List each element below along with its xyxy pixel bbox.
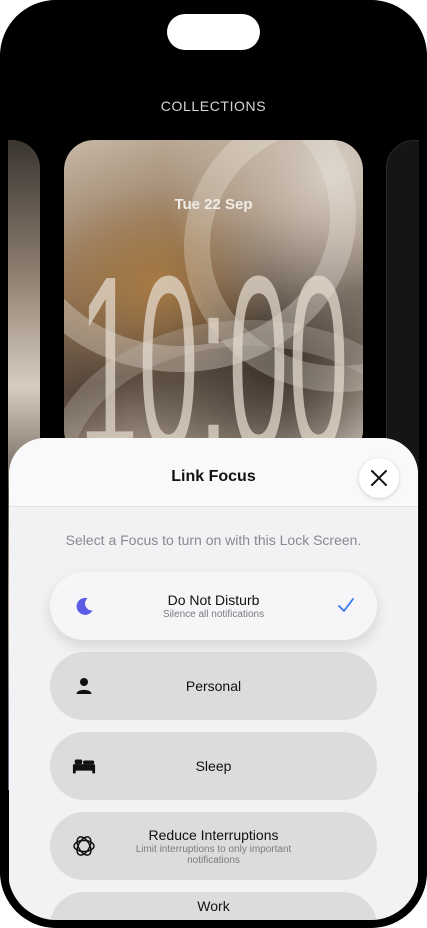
focus-option-sleep[interactable]: Sleep (50, 732, 377, 800)
phone-screen: COLLECTIONS Tue 22 Sep 10:00 Link Focus … (0, 0, 427, 928)
focus-option-label: Work (197, 898, 230, 914)
focus-option-work[interactable]: Work (50, 892, 377, 920)
lock-screen-clock: 10:00 (79, 224, 349, 460)
moon-icon (72, 594, 96, 618)
checkmark-icon (338, 598, 354, 612)
focus-option-personal[interactable]: Personal (50, 652, 377, 720)
focus-option-description: Silence all notifications (162, 609, 265, 620)
sheet-header: Link Focus (9, 438, 418, 507)
lock-screen-time: 10:00 (79, 224, 349, 460)
wallpaper-card-current[interactable]: Tue 22 Sep 10:00 (64, 140, 363, 460)
collections-label: COLLECTIONS (160, 98, 267, 114)
focus-option-label: Reduce Interruptions (148, 826, 279, 843)
sheet-subtitle: Select a Focus to turn on with this Lock… (65, 532, 362, 548)
link-focus-sheet: Link Focus Select a Focus to turn on wit… (9, 438, 418, 920)
person-icon (72, 674, 96, 698)
focus-option-label: Sleep (195, 758, 232, 774)
focus-option-label: Personal (185, 678, 242, 694)
sheet-title: Link Focus (171, 468, 256, 485)
badge-icon (72, 914, 96, 920)
focus-option-do-not-disturb[interactable]: Do Not Disturb Silence all notifications (50, 572, 377, 640)
dynamic-island (167, 14, 260, 50)
close-button[interactable] (359, 458, 399, 498)
focus-option-description: Limit interruptions to only important no… (135, 843, 292, 866)
flower-icon (72, 834, 96, 858)
focus-option-label: Do Not Disturb (167, 592, 260, 608)
focus-option-reduce-interruptions[interactable]: Reduce Interruptions Limit interruptions… (50, 812, 377, 880)
bed-icon (72, 754, 96, 778)
close-icon (371, 470, 387, 486)
